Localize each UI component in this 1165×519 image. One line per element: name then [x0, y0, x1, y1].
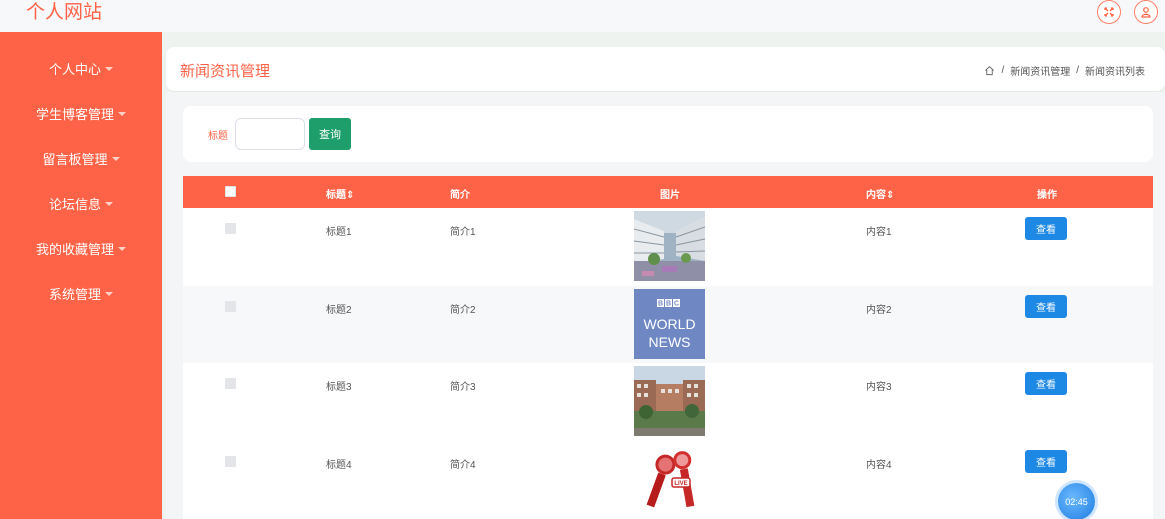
table-row: 标题2 简介2 B B C WORLD NEWS 内容2 查看	[183, 285, 1153, 363]
sort-icon[interactable]: ⇕	[886, 190, 894, 201]
header-content-label: 内容	[866, 190, 886, 201]
search-input[interactable]	[235, 118, 305, 150]
view-button[interactable]: 查看	[1025, 217, 1067, 240]
caret-down-icon	[118, 246, 126, 251]
thumb-text: WORLD	[643, 316, 695, 332]
caret-down-icon	[105, 66, 113, 71]
header-title[interactable]: 标题⇕	[326, 186, 354, 201]
search-label: 标题	[208, 131, 228, 142]
cell-title: 标题3	[326, 382, 352, 393]
table-row: 标题1 简介1 内容1 查看	[183, 208, 1153, 286]
table-header: 标题⇕ 简介 图片 内容⇕ 操作	[183, 176, 1153, 208]
news-table: 标题⇕ 简介 图片 内容⇕ 操作 标题1 简介1 内容1 查看 标题2 简介2 …	[183, 176, 1153, 519]
sidebar-item-personal-center[interactable]: 个人中心	[0, 46, 162, 91]
breadcrumb-item[interactable]: 新闻资讯管理	[1010, 63, 1070, 78]
site-title: 个人网站	[26, 2, 103, 23]
table-row: 标题3 简介3 内容3 查看	[183, 363, 1153, 441]
breadcrumb-separator: /	[1076, 65, 1079, 76]
header-intro: 简介	[450, 190, 470, 201]
cell-content: 内容3	[866, 382, 892, 393]
sidebar-item-label: 我的收藏管理	[35, 242, 114, 257]
row-checkbox[interactable]	[225, 378, 236, 389]
news-thumbnail-image: LIVE	[634, 443, 705, 514]
bbc-logo-letter: B	[658, 300, 663, 307]
breadcrumb-item: 新闻资讯列表	[1085, 67, 1145, 78]
cell-title: 标题2	[326, 304, 352, 316]
sidebar-menu: 个人中心 学生博客管理 留言板管理 论坛信息 我的收藏管理 系统管理	[0, 32, 162, 316]
news-thumbnail-image: B B C WORLD NEWS	[634, 288, 705, 359]
sidebar-item-forum[interactable]: 论坛信息	[0, 181, 162, 226]
clock-widget[interactable]: 02:45	[1058, 483, 1095, 519]
sidebar-item-label: 留言板管理	[42, 152, 108, 167]
user-icon[interactable]	[1134, 0, 1158, 24]
page-title: 新闻资讯管理	[180, 63, 271, 80]
row-checkbox[interactable]	[225, 455, 236, 467]
cell-intro: 简介3	[450, 382, 476, 393]
bbc-logo-letter: B	[666, 300, 671, 307]
cell-title: 标题4	[326, 459, 352, 471]
caret-down-icon	[105, 201, 113, 206]
sidebar-item-label: 论坛信息	[48, 197, 101, 212]
sidebar-item-label: 学生博客管理	[35, 107, 114, 122]
cell-content: 内容2	[866, 304, 892, 316]
content-area: 标题 查询 标题⇕ 简介 图片 内容⇕ 操作 标题1 简介1 内容1 查看 标题…	[166, 92, 1165, 519]
cell-intro: 简介1	[450, 227, 476, 238]
cell-content: 内容4	[866, 459, 892, 471]
row-checkbox[interactable]	[225, 300, 236, 312]
caret-down-icon	[118, 111, 126, 116]
header-actions: 操作	[1037, 190, 1057, 201]
caret-down-icon	[111, 156, 120, 161]
news-thumbnail-image	[634, 211, 705, 281]
view-button[interactable]: 查看	[1025, 372, 1067, 395]
cell-intro: 简介2	[450, 304, 476, 316]
breadcrumb-separator: /	[1001, 65, 1005, 76]
table-row: 标题4 简介4 LIVE 内容4 查看	[183, 440, 1153, 518]
page-header: 新闻资讯管理 / 新闻资讯管理 / 新闻资讯列表	[166, 47, 1165, 91]
sidebar-item-favorites[interactable]: 我的收藏管理	[0, 226, 162, 271]
header-content[interactable]: 内容⇕	[866, 186, 894, 201]
search-button[interactable]: 查询	[309, 118, 351, 150]
sidebar-item-message-board[interactable]: 留言板管理	[0, 136, 162, 181]
top-bar: 个人网站	[0, 0, 1165, 32]
sidebar-item-student-blog[interactable]: 学生博客管理	[0, 91, 162, 136]
view-button[interactable]: 查看	[1025, 449, 1067, 473]
header-title-label: 标题	[326, 190, 346, 201]
select-all-checkbox[interactable]	[225, 186, 236, 197]
breadcrumb: / 新闻资讯管理 / 新闻资讯列表	[984, 63, 1145, 78]
sidebar-item-label: 系统管理	[48, 287, 101, 302]
header-image: 图片	[660, 190, 680, 201]
search-panel: 标题 查询	[183, 106, 1153, 162]
live-badge: LIVE	[674, 481, 687, 487]
row-checkbox[interactable]	[225, 223, 236, 234]
view-button[interactable]: 查看	[1025, 294, 1067, 318]
home-icon[interactable]	[984, 65, 995, 76]
cell-content: 内容1	[866, 227, 892, 238]
sort-icon[interactable]: ⇕	[346, 190, 354, 201]
sidebar: 个人中心 学生博客管理 留言板管理 论坛信息 我的收藏管理 系统管理	[0, 32, 162, 519]
sidebar-item-system[interactable]: 系统管理	[0, 271, 162, 316]
main-area: 新闻资讯管理 / 新闻资讯管理 / 新闻资讯列表 标题 查询 标题⇕ 简介 图片…	[162, 32, 1165, 519]
cell-title: 标题1	[326, 227, 352, 238]
cell-intro: 简介4	[450, 459, 476, 471]
thumb-text: NEWS	[649, 334, 691, 350]
caret-down-icon	[105, 291, 113, 296]
news-thumbnail-image	[634, 366, 705, 436]
bbc-logo-letter: C	[674, 300, 679, 307]
fullscreen-icon[interactable]	[1097, 0, 1121, 24]
sidebar-item-label: 个人中心	[48, 62, 101, 77]
